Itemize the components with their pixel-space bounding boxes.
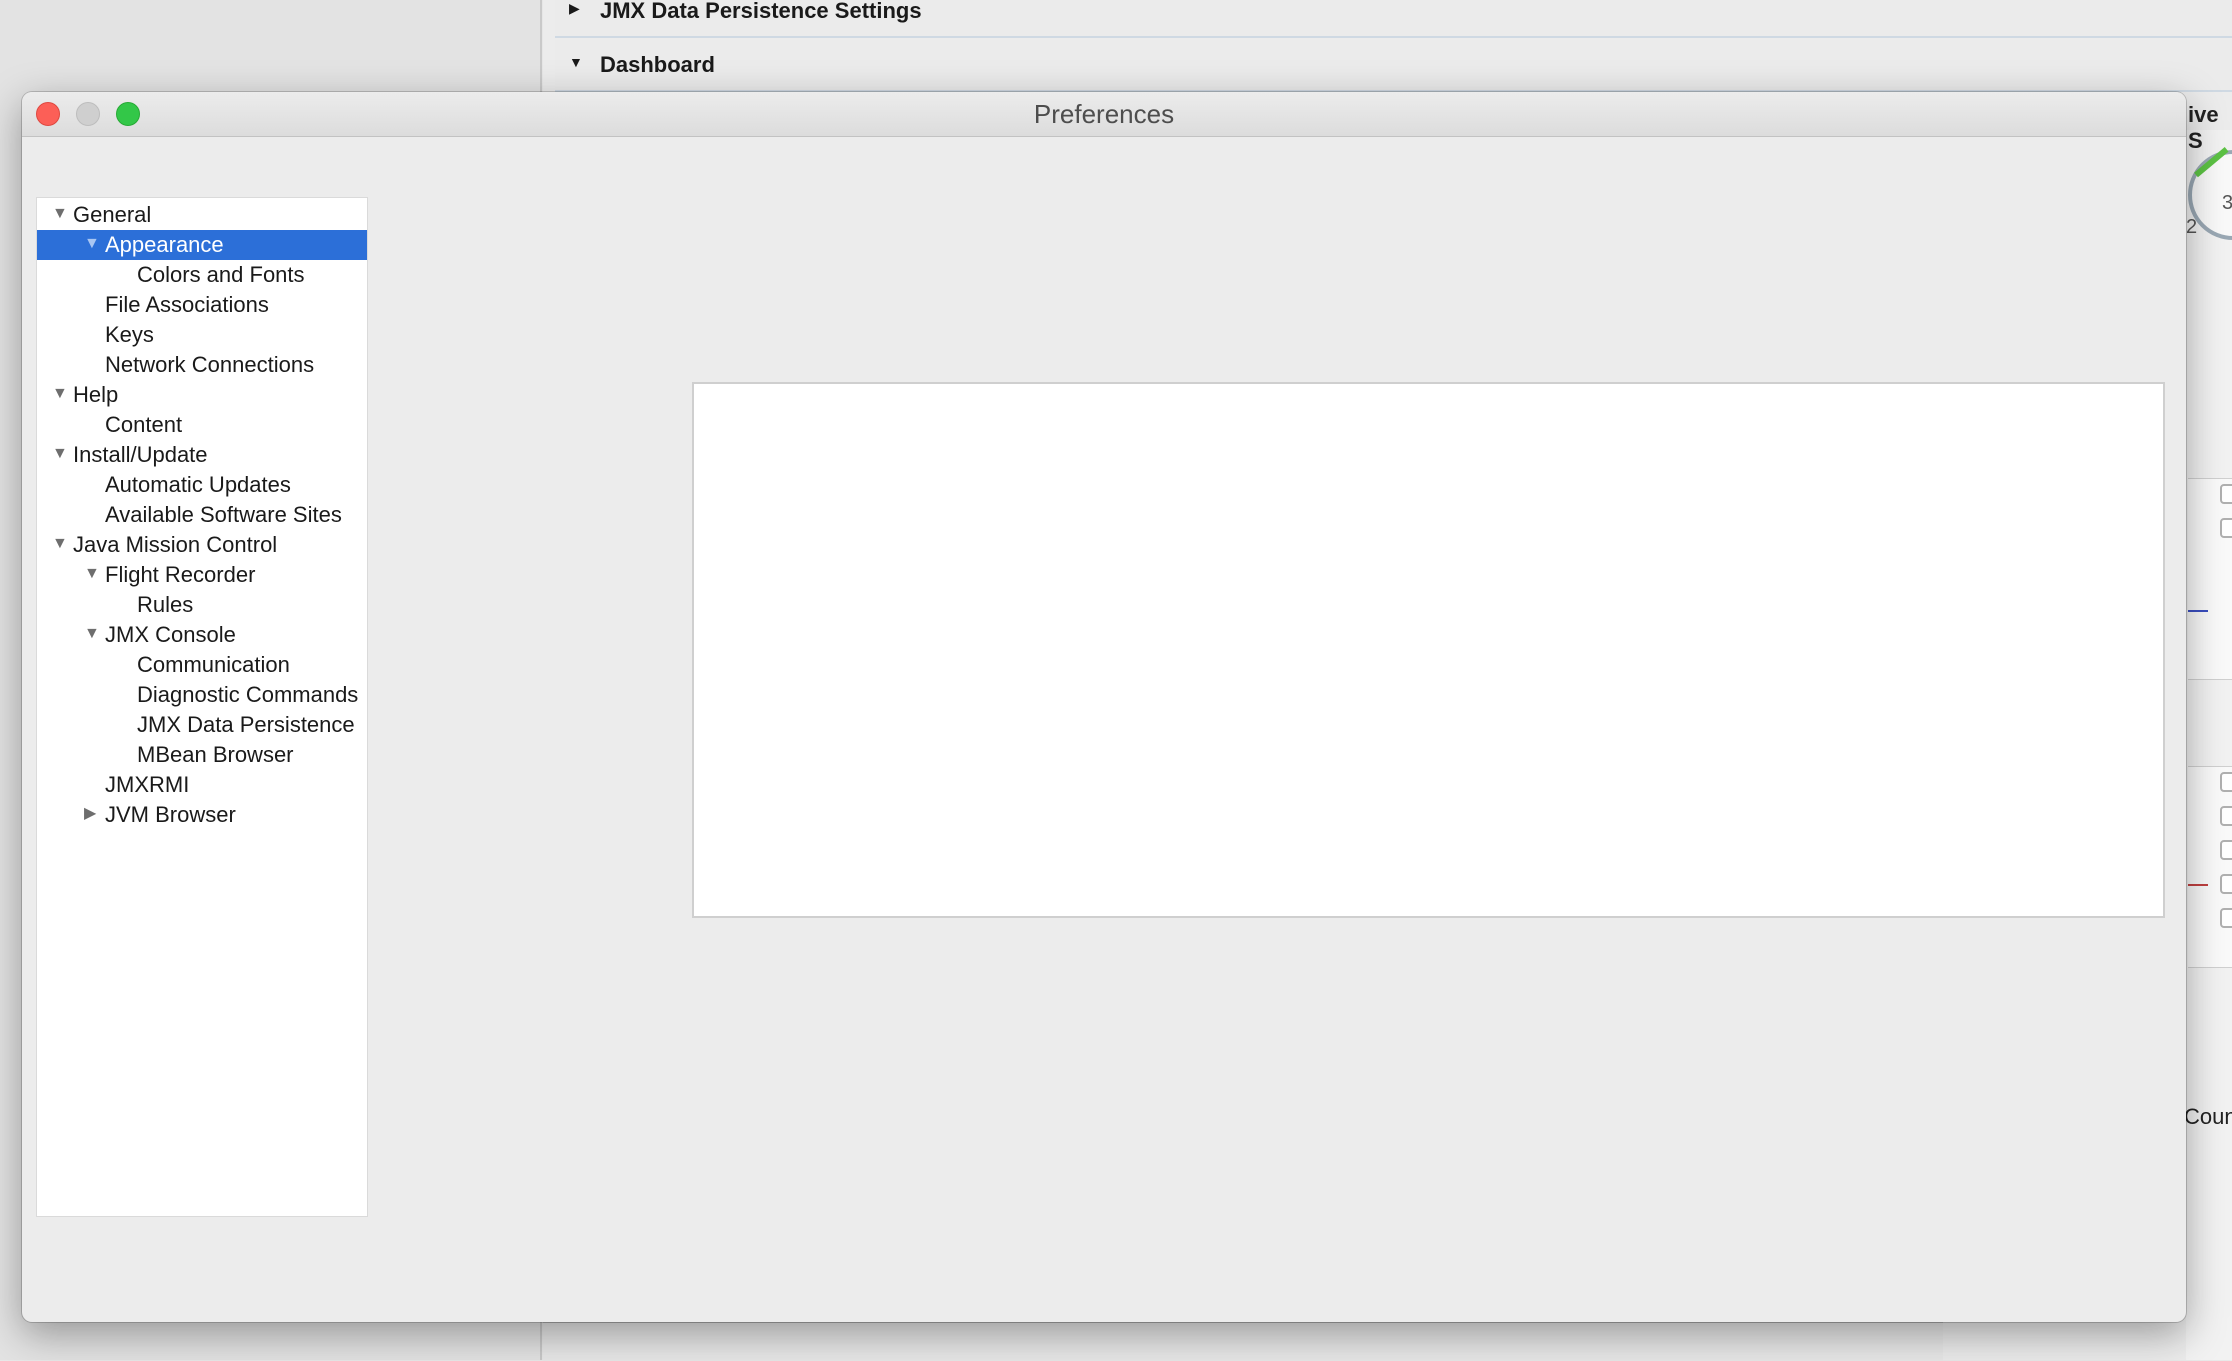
tree-item-label: Automatic Updates [105,472,291,497]
tree-item-mbean-browser[interactable]: MBean Browser [37,740,367,770]
window-title: Preferences [1033,99,1175,129]
background-count-column-header: Coun [2184,1104,2232,1129]
tree-item-jmx-data-persistence[interactable]: JMX Data Persistence [37,710,367,740]
background-checkbox[interactable] [2220,518,2232,538]
minimize-icon[interactable] [76,102,100,126]
tree-item-rules[interactable]: Rules [37,590,367,620]
gauge-tick-label: 3 [2222,192,2232,214]
background-live-set-fragment: ive S [2188,102,2219,153]
section-jmx-data-persistence[interactable]: ▶ JMX Data Persistence Settings [555,0,2232,38]
background-bottom-strip [543,1322,1943,1361]
background-dashboard-column [2186,130,2232,1360]
tree-item-label: File Associations [105,292,269,317]
tree-item-label: Rules [137,592,194,617]
tree-item-label: Available Software Sites [105,502,342,527]
tree-item-jmxrmi[interactable]: JMXRMI [37,770,367,800]
tree-item-label: JMX Data Persistence [137,712,355,737]
tree-item-automatic-updates[interactable]: Automatic Updates [37,470,367,500]
tree-item-label: JVM Browser [105,802,236,827]
preference-page-content [692,382,2165,918]
triangle-down-icon[interactable]: ▼ [84,620,102,650]
tree-item-flight-recorder[interactable]: ▼ Flight Recorder [37,560,367,590]
triangle-down-icon: ▼ [569,54,583,70]
tree-item-label: Colors and Fonts [137,262,305,287]
tree-item-label: JMXRMI [105,772,190,797]
tree-item-label: Java Mission Control [73,532,278,557]
tree-item-label: General [73,202,152,227]
zoom-icon[interactable] [116,102,140,126]
triangle-down-icon[interactable]: ▼ [84,560,102,590]
tree-item-label: MBean Browser [137,742,294,767]
background-checkbox[interactable] [2220,806,2232,826]
tree-item-label: Install/Update [73,442,208,467]
background-checkbox[interactable] [2220,772,2232,792]
tree-item-label: JMX Console [105,622,236,647]
tree-item-communication[interactable]: Communication [37,650,367,680]
tree-item-appearance[interactable]: ▼ Appearance [37,230,367,260]
preferences-window: Preferences ▼ General ▼ Appearance Colors an… [22,92,2186,1322]
tree-item-java-mission-control[interactable]: ▼ Java Mission Control [37,530,367,560]
close-icon[interactable] [36,102,60,126]
triangle-down-icon[interactable]: ▼ [52,440,70,470]
background-chart-2 [2188,766,2232,968]
tree-item-colors-and-fonts[interactable]: Colors and Fonts [37,260,367,290]
triangle-down-icon[interactable]: ▼ [52,530,70,560]
background-chart-line [2188,610,2208,612]
section-dashboard[interactable]: ▼ Dashboard [555,40,2232,92]
tree-item-network-connections[interactable]: Network Connections [37,350,367,380]
tree-item-available-software-sites[interactable]: Available Software Sites [37,500,367,530]
tree-item-file-associations[interactable]: File Associations [37,290,367,320]
triangle-right-icon: ▶ [569,0,580,16]
background-checkbox[interactable] [2220,840,2232,860]
tree-item-diagnostic-commands[interactable]: Diagnostic Commands [37,680,367,710]
tree-item-label: Appearance [105,232,224,257]
tree-item-content[interactable]: Content [37,410,367,440]
tree-item-install-update[interactable]: ▼ Install/Update [37,440,367,470]
title-bar[interactable]: Preferences [22,92,2186,137]
triangle-down-icon[interactable]: ▼ [52,380,70,410]
preferences-tree[interactable]: ▼ General ▼ Appearance Colors and Fonts File … [36,197,368,1217]
background-checkbox[interactable] [2220,874,2232,894]
background-checkbox[interactable] [2220,908,2232,928]
background-chart-line [2188,884,2208,886]
tree-item-keys[interactable]: Keys [37,320,367,350]
tree-item-jmx-console[interactable]: ▼ JMX Console [37,620,367,650]
tree-item-label: Flight Recorder [105,562,256,587]
tree-item-label: Network Connections [105,352,315,377]
tree-item-general[interactable]: ▼ General [37,200,367,230]
tree-item-label: Communication [137,652,290,677]
triangle-down-icon[interactable]: ▼ [84,230,102,260]
triangle-down-icon[interactable]: ▼ [52,200,70,230]
tree-item-label: Keys [105,322,154,347]
background-checkbox[interactable] [2220,484,2232,504]
tree-item-jvm-browser[interactable]: ▶ JVM Browser [37,800,367,830]
tree-item-label: Content [105,412,183,437]
background-chart-1 [2188,478,2232,680]
tree-item-help[interactable]: ▼ Help [37,380,367,410]
triangle-right-icon[interactable]: ▶ [84,800,102,830]
tree-item-label: Diagnostic Commands [137,682,359,707]
tree-item-label: Help [73,382,119,407]
gauge-tick-label: 2 [2186,216,2198,238]
